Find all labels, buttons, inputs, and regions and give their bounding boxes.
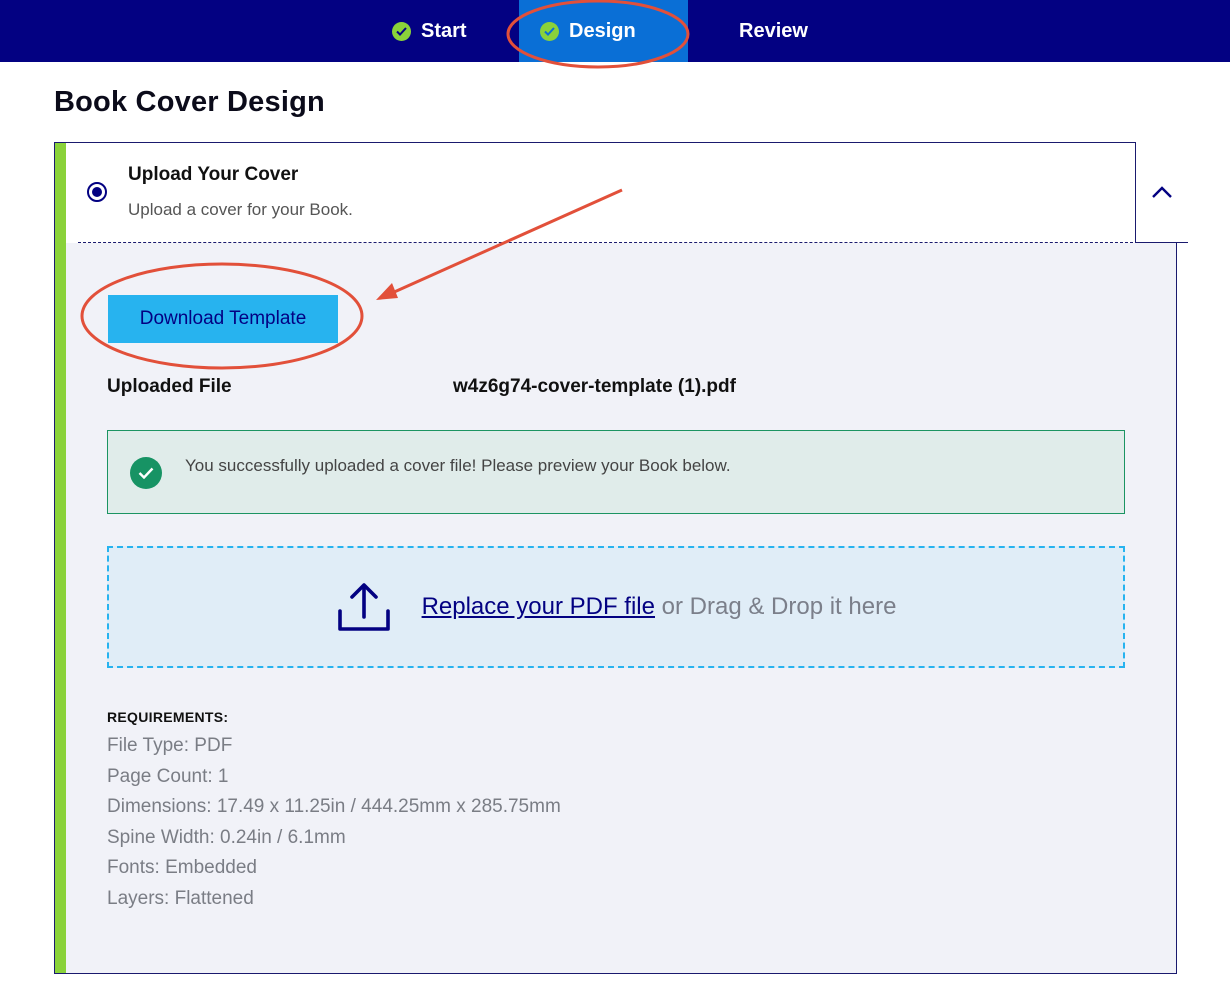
upload-icon <box>337 583 390 631</box>
requirement-item: Dimensions: 17.49 x 11.25in / 444.25mm x… <box>107 796 561 817</box>
requirement-item: Layers: Flattened <box>107 887 254 909</box>
success-message: You successfully uploaded a cover file! … <box>185 456 731 475</box>
step-review-label: Review <box>739 19 808 42</box>
download-template-button[interactable]: Download Template <box>108 295 338 343</box>
progress-nav: Start Design Review <box>0 0 1230 62</box>
check-circle-icon <box>392 21 411 41</box>
check-circle-icon <box>540 21 559 41</box>
requirement-item: File Type: PDF <box>107 735 233 756</box>
step-start[interactable]: Start <box>392 0 467 62</box>
check-circle-icon <box>130 457 162 489</box>
drag-drop-text: or Drag & Drop it here <box>655 593 897 620</box>
step-design-label: Design <box>569 19 636 42</box>
step-review[interactable]: Review <box>739 0 808 62</box>
requirements-heading: REQUIREMENTS: <box>107 709 229 725</box>
requirement-item: Page Count: 1 <box>107 765 229 787</box>
uploaded-file-name: w4z6g74-cover-template (1).pdf <box>453 376 736 397</box>
step-design[interactable]: Design <box>519 0 688 62</box>
panel-header[interactable]: Upload Your Cover Upload a cover for you… <box>66 142 1188 243</box>
header-divider <box>78 242 1133 243</box>
panel-accent-bar <box>55 143 66 973</box>
pdf-dropzone[interactable]: Replace your PDF file or Drag & Drop it … <box>107 546 1125 668</box>
chevron-up-icon <box>1152 186 1172 198</box>
radio-selected-icon[interactable] <box>87 182 107 202</box>
collapse-button[interactable] <box>1135 142 1188 243</box>
requirement-item: Fonts: Embedded <box>107 857 257 878</box>
step-start-label: Start <box>421 19 467 42</box>
requirement-item: Spine Width: 0.24in / 6.1mm <box>107 826 346 848</box>
success-alert: You successfully uploaded a cover file! … <box>107 430 1125 514</box>
uploaded-file-label: Uploaded File <box>107 376 232 397</box>
page-title: Book Cover Design <box>54 86 325 118</box>
dropzone-text: Replace your PDF file or Drag & Drop it … <box>422 593 897 621</box>
requirements-list: File Type: PDF Page Count: 1 Dimensions:… <box>107 731 561 914</box>
replace-pdf-link[interactable]: Replace your PDF file <box>422 593 655 620</box>
section-subtitle: Upload a cover for your Book. <box>128 200 353 219</box>
upload-cover-panel: Upload Your Cover Upload a cover for you… <box>54 142 1188 974</box>
section-title: Upload Your Cover <box>128 164 299 185</box>
